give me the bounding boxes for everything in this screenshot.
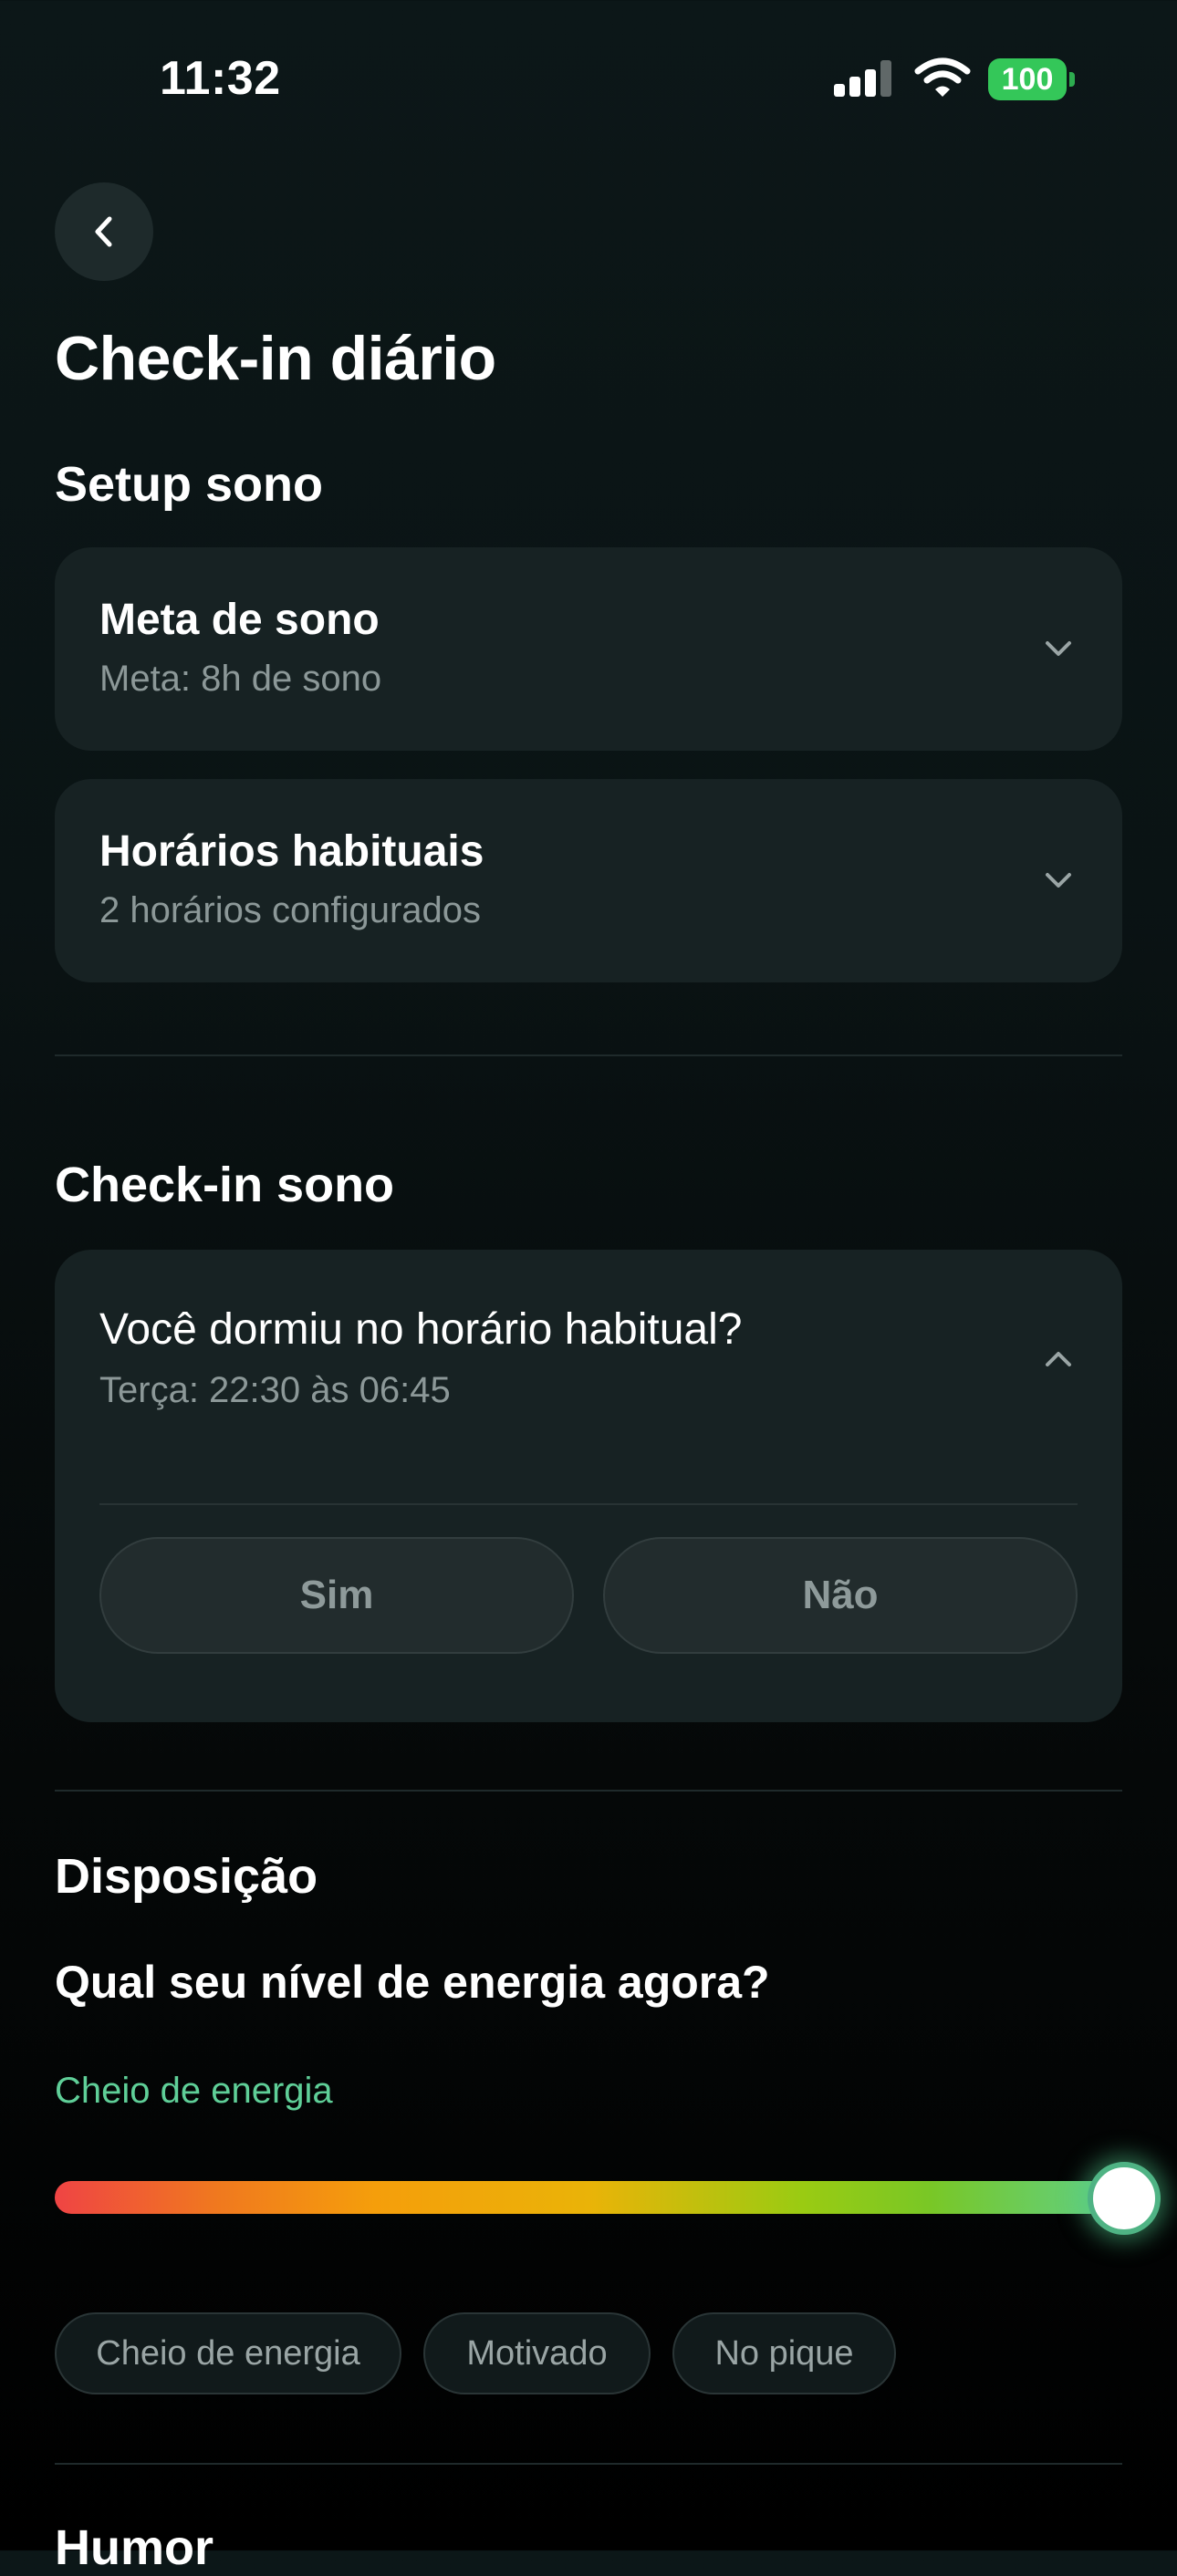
sleep-checkin-card: Você dormiu no horário habitual? Terça: … — [55, 1250, 1122, 1722]
sleep-checkin-times: Terça: 22:30 às 06:45 — [99, 1370, 451, 1410]
energy-level-label: Cheio de energia — [55, 2071, 333, 2111]
battery-indicator: 100 — [988, 58, 1078, 100]
chip-motivado[interactable]: Motivado — [423, 2312, 651, 2394]
sleep-goal-title: Meta de sono — [99, 596, 380, 644]
no-button[interactable]: Não — [603, 1537, 1078, 1654]
chevron-left-icon — [95, 216, 112, 247]
energy-question: Qual seu nível de energia agora? — [55, 1957, 770, 2008]
section-title-disposicao: Disposição — [55, 1849, 318, 1904]
section-title-checkin-sono: Check-in sono — [55, 1158, 395, 1212]
usual-times-title: Horários habituais — [99, 827, 484, 876]
sleep-goal-subtitle: Meta: 8h de sono — [99, 659, 382, 699]
back-button[interactable] — [55, 182, 153, 281]
card-divider — [99, 1503, 1078, 1505]
energy-slider-track[interactable] — [55, 2181, 1122, 2214]
divider — [55, 1790, 1122, 1792]
section-title-setup-sono: Setup sono — [55, 457, 323, 512]
chevron-up-icon[interactable] — [1040, 1341, 1077, 1377]
usual-times-card[interactable]: Horários habituais 2 horários configurad… — [55, 779, 1122, 982]
yes-button[interactable]: Sim — [99, 1537, 574, 1654]
divider — [55, 2463, 1122, 2465]
divider — [55, 1054, 1122, 1056]
status-time: 11:32 — [160, 52, 281, 105]
cellular-signal-icon — [834, 60, 894, 97]
chip-no-pique[interactable]: No pique — [672, 2312, 896, 2394]
chevron-down-icon — [1046, 873, 1071, 888]
chevron-down-icon — [1046, 641, 1071, 656]
energy-slider-thumb[interactable] — [1088, 2162, 1161, 2235]
wifi-icon — [914, 57, 971, 99]
sleep-goal-card[interactable]: Meta de sono Meta: 8h de sono — [55, 547, 1122, 751]
usual-times-subtitle: 2 horários configurados — [99, 890, 482, 930]
battery-level: 100 — [988, 58, 1067, 100]
chip-cheio-de-energia[interactable]: Cheio de energia — [55, 2312, 401, 2394]
page-title: Check-in diário — [55, 324, 496, 393]
battery-tip — [1069, 72, 1075, 87]
sleep-checkin-question: Você dormiu no horário habitual? — [99, 1305, 743, 1354]
section-title-humor: Humor — [55, 2520, 214, 2575]
